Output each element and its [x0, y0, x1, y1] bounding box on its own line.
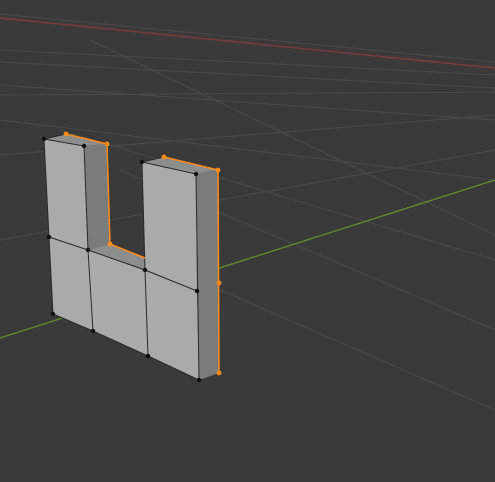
viewport-canvas[interactable] [0, 0, 495, 482]
vertex[interactable] [139, 159, 145, 165]
grid-line [0, 49, 495, 76]
3d-viewport[interactable] [0, 0, 495, 482]
selected-vertex[interactable] [104, 141, 110, 147]
selected-vertex[interactable] [216, 370, 222, 376]
grid-line [0, 84, 495, 121]
vertex[interactable] [41, 136, 47, 142]
selected-vertex[interactable] [161, 154, 167, 160]
vertex[interactable] [85, 247, 91, 253]
x-axis-line [0, 17, 495, 69]
selected-vertex[interactable] [63, 131, 69, 137]
mesh-side-face [196, 170, 219, 380]
vertex[interactable] [46, 234, 52, 240]
mesh-side-face [84, 144, 110, 250]
vertex[interactable] [196, 377, 202, 383]
vertex[interactable] [142, 267, 148, 273]
vertex[interactable] [81, 143, 87, 149]
grid-line [0, 61, 495, 89]
vertex[interactable] [145, 353, 151, 359]
selected-vertex[interactable] [107, 241, 113, 247]
mesh-object[interactable] [41, 131, 222, 383]
selected-vertex[interactable] [215, 167, 221, 173]
grid-line [219, 289, 495, 411]
grid-line [59, 129, 495, 261]
vertex[interactable] [193, 171, 199, 177]
vertex[interactable] [194, 288, 200, 294]
vertex[interactable] [90, 328, 96, 334]
grid-line [0, 13, 495, 63]
grid-line [0, 91, 495, 96]
selected-vertex[interactable] [216, 280, 222, 286]
mesh-front-face [44, 139, 88, 250]
vertex[interactable] [50, 311, 56, 317]
